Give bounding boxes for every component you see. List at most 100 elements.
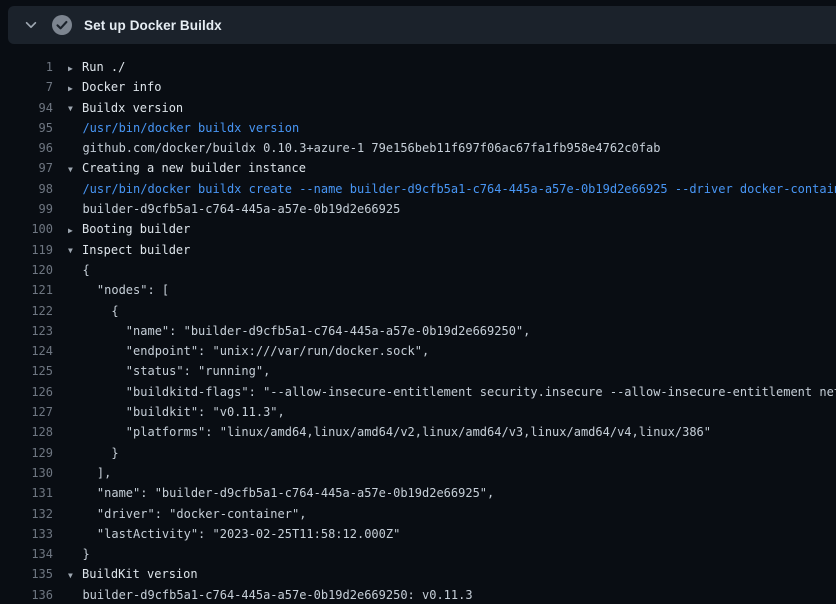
line-number[interactable]: 96 <box>0 138 53 158</box>
step-status-check-icon <box>52 15 72 35</box>
line-number[interactable]: 1 <box>0 57 53 77</box>
line-number[interactable]: 128 <box>0 422 53 442</box>
group-title-label: Docker info <box>82 80 161 94</box>
group-title-label: Booting builder <box>82 222 190 236</box>
line-number[interactable]: 133 <box>0 524 53 544</box>
triangle-down-icon: ▼ <box>68 241 82 261</box>
log-line: 121 "nodes": [ <box>0 280 836 300</box>
group-title: ▼Creating a new builder instance <box>53 158 306 178</box>
group-title-label: Creating a new builder instance <box>82 161 306 175</box>
output-text: "name": "builder-d9cfb5a1-c764-445a-a57e… <box>53 483 494 503</box>
output-text: "platforms": "linux/amd64,linux/amd64/v2… <box>53 422 711 442</box>
log-line: 130 ], <box>0 463 836 483</box>
log-line: 132 "driver": "docker-container", <box>0 504 836 524</box>
line-number[interactable]: 121 <box>0 280 53 300</box>
log-line: 96 github.com/docker/buildx 0.10.3+azure… <box>0 138 836 158</box>
line-number[interactable]: 127 <box>0 402 53 422</box>
line-number[interactable]: 134 <box>0 544 53 564</box>
log-line: 127 "buildkit": "v0.11.3", <box>0 402 836 422</box>
line-number[interactable]: 120 <box>0 260 53 280</box>
log-line: 131 "name": "builder-d9cfb5a1-c764-445a-… <box>0 483 836 503</box>
line-number[interactable]: 132 <box>0 504 53 524</box>
output-text: "buildkitd-flags": "--allow-insecure-ent… <box>53 382 836 402</box>
log-line: 123 "name": "builder-d9cfb5a1-c764-445a-… <box>0 321 836 341</box>
output-text: "status": "running", <box>53 361 270 381</box>
triangle-down-icon: ▼ <box>68 160 82 180</box>
log-line: 134 } <box>0 544 836 564</box>
chevron-down-icon[interactable] <box>22 16 40 34</box>
line-number[interactable]: 136 <box>0 585 53 604</box>
output-text: "buildkit": "v0.11.3", <box>53 402 285 422</box>
group-title: ▶Booting builder <box>53 219 190 239</box>
log-line[interactable]: 94▼Buildx version <box>0 98 836 118</box>
line-number[interactable]: 95 <box>0 118 53 138</box>
log-line: 99 builder-d9cfb5a1-c764-445a-a57e-0b19d… <box>0 199 836 219</box>
log-line: 133 "lastActivity": "2023-02-25T11:58:12… <box>0 524 836 544</box>
log-line: 120 { <box>0 260 836 280</box>
output-text: ], <box>53 463 111 483</box>
command-text: /usr/bin/docker buildx create --name bui… <box>53 179 836 199</box>
output-text: "driver": "docker-container", <box>53 504 306 524</box>
group-title: ▼Buildx version <box>53 98 183 118</box>
line-number[interactable]: 99 <box>0 199 53 219</box>
line-number[interactable]: 119 <box>0 240 53 260</box>
group-title-label: Buildx version <box>82 101 183 115</box>
log-line: 122 { <box>0 301 836 321</box>
group-title-label: BuildKit version <box>82 567 198 581</box>
line-number[interactable]: 97 <box>0 158 53 178</box>
triangle-down-icon: ▼ <box>68 99 82 119</box>
line-number[interactable]: 98 <box>0 179 53 199</box>
output-text: "endpoint": "unix:///var/run/docker.sock… <box>53 341 429 361</box>
log-line[interactable]: 119▼Inspect builder <box>0 240 836 260</box>
command-text: /usr/bin/docker buildx version <box>53 118 299 138</box>
log-line: 124 "endpoint": "unix:///var/run/docker.… <box>0 341 836 361</box>
triangle-right-icon: ▶ <box>68 221 82 241</box>
line-number[interactable]: 94 <box>0 98 53 118</box>
output-text: "name": "builder-d9cfb5a1-c764-445a-a57e… <box>53 321 530 341</box>
line-number[interactable]: 131 <box>0 483 53 503</box>
group-title: ▶Docker info <box>53 77 161 97</box>
step-title: Set up Docker Buildx <box>84 18 222 33</box>
log-line: 128 "platforms": "linux/amd64,linux/amd6… <box>0 422 836 442</box>
line-number[interactable]: 7 <box>0 77 53 97</box>
group-title-label: Inspect builder <box>82 243 190 257</box>
log-line[interactable]: 97▼Creating a new builder instance <box>0 158 836 178</box>
triangle-down-icon: ▼ <box>68 566 82 586</box>
line-number[interactable]: 122 <box>0 301 53 321</box>
log-line[interactable]: 7▶Docker info <box>0 77 836 97</box>
group-title: ▼BuildKit version <box>53 564 198 584</box>
log-line[interactable]: 100▶Booting builder <box>0 219 836 239</box>
log-line: 129 } <box>0 443 836 463</box>
triangle-right-icon: ▶ <box>68 79 82 99</box>
log-line: 126 "buildkitd-flags": "--allow-insecure… <box>0 382 836 402</box>
line-number[interactable]: 100 <box>0 219 53 239</box>
log-lines: 1▶Run ./7▶Docker info94▼Buildx version95… <box>0 44 836 604</box>
triangle-right-icon: ▶ <box>68 59 82 79</box>
output-text: builder-d9cfb5a1-c764-445a-a57e-0b19d2e6… <box>53 585 473 604</box>
log-line[interactable]: 1▶Run ./ <box>0 57 836 77</box>
line-number[interactable]: 130 <box>0 463 53 483</box>
output-text: { <box>53 301 119 321</box>
line-number[interactable]: 135 <box>0 564 53 584</box>
log-line: 95 /usr/bin/docker buildx version <box>0 118 836 138</box>
step-header[interactable]: Set up Docker Buildx <box>8 6 836 44</box>
group-title-label: Run ./ <box>82 60 125 74</box>
line-number[interactable]: 125 <box>0 361 53 381</box>
line-number[interactable]: 129 <box>0 443 53 463</box>
output-text: { <box>53 260 90 280</box>
output-text: } <box>53 544 90 564</box>
line-number[interactable]: 123 <box>0 321 53 341</box>
output-text: } <box>53 443 119 463</box>
group-title: ▶Run ./ <box>53 57 125 77</box>
group-title: ▼Inspect builder <box>53 240 190 260</box>
output-text: github.com/docker/buildx 0.10.3+azure-1 … <box>53 138 660 158</box>
line-number[interactable]: 124 <box>0 341 53 361</box>
output-text: "lastActivity": "2023-02-25T11:58:12.000… <box>53 524 400 544</box>
log-line: 98 /usr/bin/docker buildx create --name … <box>0 179 836 199</box>
log-line[interactable]: 135▼BuildKit version <box>0 564 836 584</box>
log-line: 125 "status": "running", <box>0 361 836 381</box>
line-number[interactable]: 126 <box>0 382 53 402</box>
output-text: "nodes": [ <box>53 280 169 300</box>
log-line: 136 builder-d9cfb5a1-c764-445a-a57e-0b19… <box>0 585 836 604</box>
output-text: builder-d9cfb5a1-c764-445a-a57e-0b19d2e6… <box>53 199 400 219</box>
